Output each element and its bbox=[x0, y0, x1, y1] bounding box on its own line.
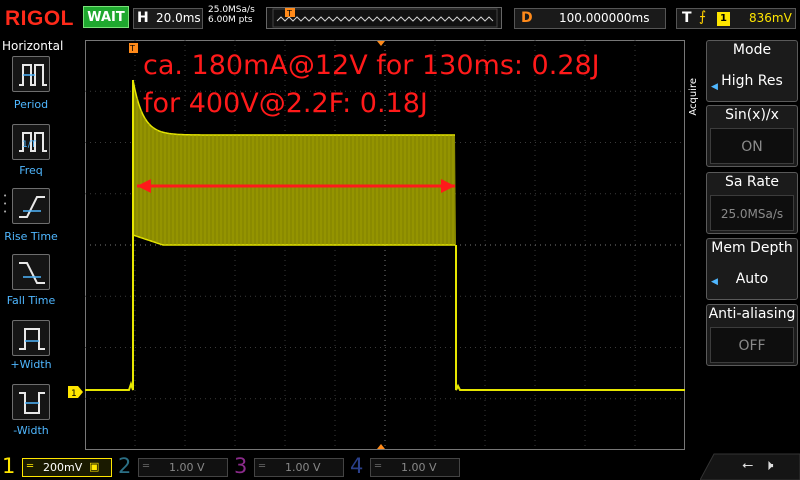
waveform-display[interactable]: ca. 180mA@12V for 130ms: 0.28J for 400V@… bbox=[85, 40, 685, 450]
rise-time-label: Rise Time bbox=[4, 230, 58, 243]
speaker-mute-icon[interactable]: 🕨 bbox=[764, 456, 773, 474]
svg-text:1: 1 bbox=[71, 389, 77, 398]
mem-depth-value: Auto bbox=[735, 271, 769, 287]
negative-width-label: -Width bbox=[13, 424, 49, 437]
negative-width-button[interactable] bbox=[12, 384, 50, 420]
coupling-dc-icon: ═ bbox=[143, 461, 150, 472]
trigger-position-marker: T bbox=[129, 43, 138, 53]
menu-page-indicator: • • • bbox=[3, 192, 8, 216]
frequency-icon: 1/T bbox=[19, 132, 47, 152]
svg-text:T: T bbox=[286, 9, 292, 18]
usb-icon: ⭠ bbox=[742, 457, 754, 473]
channel1-trace-tail bbox=[455, 245, 685, 391]
sample-rate-text: 25.0MSa/s bbox=[208, 5, 255, 15]
channel1-number: 1 bbox=[2, 454, 16, 478]
svg-text:T: T bbox=[129, 44, 135, 53]
center-marker-top bbox=[377, 41, 385, 46]
acquire-menu-title: Acquire bbox=[688, 78, 699, 116]
channel4-scale: 1.00 V bbox=[401, 461, 437, 474]
sample-rate-title: Sa Rate bbox=[724, 174, 780, 190]
rise-time-icon bbox=[19, 196, 45, 218]
channel3-scale: 1.00 V bbox=[285, 461, 321, 474]
channel2-box[interactable]: 2 ═ 1.00 V bbox=[116, 454, 228, 479]
channel2-scale: 1.00 V bbox=[169, 461, 205, 474]
center-marker-bottom bbox=[377, 444, 385, 449]
delay-box[interactable]: D 100.000000ms bbox=[514, 8, 666, 29]
fall-time-label: Fall Time bbox=[6, 294, 56, 307]
trigger-label: T bbox=[682, 10, 692, 26]
delay-value: 100.000000ms bbox=[559, 11, 650, 25]
period-icon bbox=[19, 64, 47, 86]
freq-button[interactable]: 1/T bbox=[12, 124, 50, 160]
trigger-source-badge: 1 bbox=[717, 12, 730, 26]
bandwidth-icon: ▣ bbox=[89, 460, 100, 473]
freq-label: Freq bbox=[19, 164, 43, 177]
menu-title: Horizontal bbox=[2, 39, 64, 53]
coupling-dc-icon: ═ bbox=[27, 461, 34, 472]
memory-depth-text: 6.00M pts bbox=[208, 15, 253, 25]
sample-rate-value: 25.0MSa/s bbox=[710, 195, 794, 231]
positive-width-icon bbox=[19, 328, 45, 350]
channel1-scale: 200mV bbox=[43, 461, 83, 474]
rising-edge-icon: ⨍ bbox=[699, 9, 707, 25]
coupling-dc-icon: ═ bbox=[259, 461, 266, 472]
memory-overview-strip[interactable]: T bbox=[266, 7, 502, 29]
positive-width-label: +Width bbox=[10, 358, 52, 371]
channel1-trace bbox=[85, 80, 134, 391]
top-status-bar: RIGOL WAIT H 20.0ms 25.0MSa/s 6.00M pts … bbox=[0, 0, 800, 38]
coupling-dc-icon: ═ bbox=[375, 461, 382, 472]
timebase-value: 20.0ms bbox=[156, 11, 201, 25]
mem-depth-button[interactable]: Mem Depth ◀ Auto bbox=[706, 238, 798, 300]
positive-width-button[interactable] bbox=[12, 320, 50, 356]
timebase-box[interactable]: H 20.0ms bbox=[133, 8, 203, 29]
trigger-level-value: 836mV bbox=[749, 11, 792, 25]
timebase-label: H bbox=[137, 10, 149, 26]
channel3-box[interactable]: 3 ═ 1.00 V bbox=[232, 454, 344, 479]
delay-label: D bbox=[521, 10, 533, 26]
period-button[interactable] bbox=[12, 56, 50, 92]
sinx-button[interactable]: Sin(x)/x ON bbox=[706, 105, 798, 167]
sample-rate-button[interactable]: Sa Rate 25.0MSa/s bbox=[706, 172, 798, 234]
channel4-box[interactable]: 4 ═ 1.00 V bbox=[348, 454, 460, 479]
memory-waveform-icon: T bbox=[272, 8, 498, 28]
channel3-scale-box: ═ 1.00 V bbox=[254, 458, 344, 477]
sinx-value: ON bbox=[710, 128, 794, 164]
mem-depth-title: Mem Depth bbox=[711, 240, 793, 256]
channel3-number: 3 bbox=[234, 454, 248, 478]
annotation-line-2: for 400V@2.2F: 0.18J bbox=[143, 88, 428, 119]
sinx-title: Sin(x)/x bbox=[725, 107, 779, 123]
acquire-menu: Acquire Mode ◀ High Res Sin(x)/x ON Sa R… bbox=[686, 38, 800, 450]
channel4-number: 4 bbox=[350, 454, 364, 478]
channel1-scale-box: 200mV ═ ▣ bbox=[22, 458, 112, 477]
mode-button[interactable]: Mode ◀ High Res bbox=[706, 40, 798, 102]
channel2-number: 2 bbox=[118, 454, 132, 478]
svg-text:1/T: 1/T bbox=[22, 140, 37, 150]
anti-aliasing-value: OFF bbox=[710, 327, 794, 363]
channel1-box[interactable]: 1 200mV ═ ▣ bbox=[0, 454, 112, 479]
channel1-ground-marker[interactable]: 1 bbox=[68, 386, 84, 398]
fall-time-icon bbox=[19, 262, 45, 284]
trigger-box[interactable]: T ⨍ 1 836mV bbox=[676, 8, 796, 29]
annotation-line-1: ca. 180mA@12V for 130ms: 0.28J bbox=[143, 50, 600, 81]
negative-width-icon bbox=[19, 392, 45, 414]
fall-time-button[interactable] bbox=[12, 254, 50, 290]
run-state-badge[interactable]: WAIT bbox=[83, 6, 129, 28]
mode-title: Mode bbox=[732, 42, 772, 58]
channel4-scale-box: ═ 1.00 V bbox=[370, 458, 460, 477]
mode-value: High Res bbox=[721, 73, 783, 89]
period-label: Period bbox=[13, 98, 49, 111]
anti-aliasing-button[interactable]: Anti-aliasing OFF bbox=[706, 304, 798, 366]
channel2-scale-box: ═ 1.00 V bbox=[138, 458, 228, 477]
channel-status-bar: 1 200mV ═ ▣ 2 ═ 1.00 V 3 ═ 1.00 V 4 ═ 1.… bbox=[0, 453, 800, 480]
anti-aliasing-title: Anti-aliasing bbox=[708, 306, 796, 322]
rise-time-button[interactable] bbox=[12, 188, 50, 224]
acquisition-info: 25.0MSa/s 6.00M pts bbox=[208, 5, 255, 25]
horizontal-measure-menu: Horizontal Period 1/T Freq • • • Rise Time… bbox=[0, 38, 64, 450]
rigol-logo: RIGOL bbox=[5, 7, 74, 30]
